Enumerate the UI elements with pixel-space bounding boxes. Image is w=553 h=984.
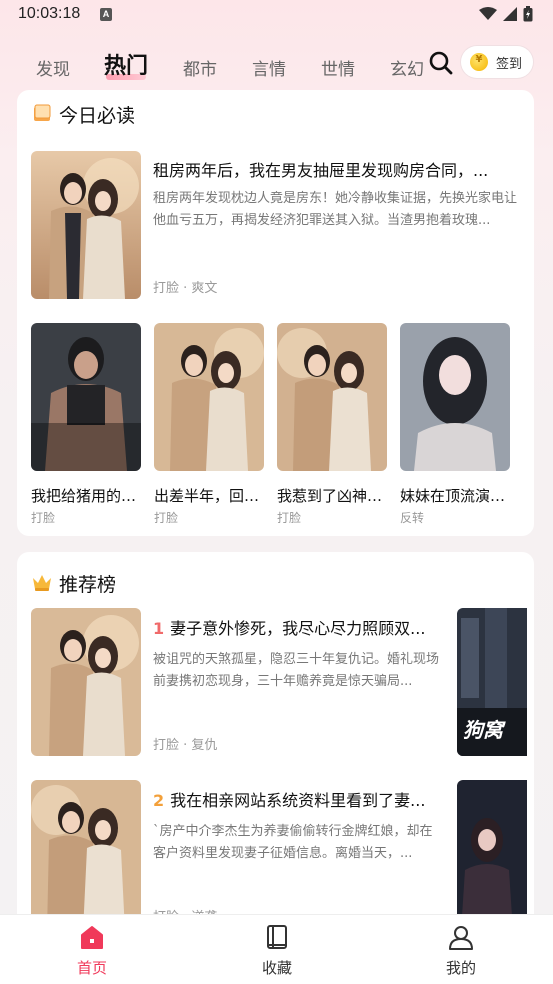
wifi-icon [479,7,497,20]
nav-favorites-label: 收藏 [261,959,292,977]
book-cover[interactable] [31,780,141,932]
bookshelf-icon [267,925,287,949]
signin-label: 签到 [496,56,523,72]
featured-tags: 打脸 · 爽文 [153,281,218,296]
ranking-section: 推荐榜 1 妻子意外惨死，我尽心尽力照顾双... 被诅咒的天煞孤星，隐忍三十年复仇… [17,552,534,932]
grid-book-title[interactable]: 妹妹在顶流演唱... [400,485,512,506]
tab-discover[interactable]: 发现 [36,55,70,80]
status-icons [479,6,533,22]
ranking-title: 推荐榜 [59,574,117,596]
ranking-item-title[interactable]: 1 妻子意外惨死，我尽心尽力照顾双... [153,615,443,639]
tab-hot[interactable]: 热门 [104,48,148,80]
ranking-item-desc: `房产中介李杰生为养妻偷偷转行金牌红娘，却在客户资料里发现妻子征婚信息。离婚当天… [153,824,433,861]
book-cover[interactable] [31,151,141,299]
coin-icon [470,53,488,71]
grid-book-tag: 打脸 [277,511,302,525]
book-cover[interactable] [400,323,510,471]
tab-fantasy[interactable]: 玄幻 [390,55,424,80]
notification-a-label: A [102,9,110,19]
book-cover[interactable] [457,780,527,932]
home-icon [81,926,103,949]
side-cover-text: 狗窝 [463,718,503,742]
bottom-nav: 首页 收藏 我的 [0,914,553,984]
grid-book-title[interactable]: 我惹到了凶神恶... [277,485,389,506]
battery-icon [523,6,533,22]
crown-icon [33,575,51,591]
grid-book-tag: 打脸 [31,511,56,525]
rank-number: 1 [153,619,165,638]
tab-romance[interactable]: 言情 [252,55,286,80]
tab-city[interactable]: 都市 [183,55,217,80]
grid-book-tag: 打脸 [154,511,179,525]
nav-favorites[interactable]: 收藏 [247,923,307,978]
featured-title[interactable]: 租房两年后，我在男友抽屉里发现购房合同，... [153,157,515,181]
book-cover[interactable] [277,323,387,471]
ranking-item-tags: 打脸 · 复仇 [153,738,218,753]
notification-a-icon: A [100,8,112,21]
book-cover[interactable] [154,323,264,471]
category-tabs: 发现 热门 都市 言情 世情 玄幻 签到 [0,40,553,90]
tab-life[interactable]: 世情 [321,55,355,80]
book-cover[interactable] [31,608,141,756]
book-cover[interactable] [31,323,141,471]
grid-book-tag: 反转 [400,511,425,525]
featured-desc: 租房两年发现枕边人竟是房东！她冷静收集证据，先换光家电让他血亏五万，再揭发经济犯… [153,191,518,228]
ranking-item-desc: 被诅咒的天煞孤星，隐忍三十年复仇记。婚礼现场前妻携初恋现身，三十年赡养竟是惊天骗… [153,652,440,689]
ranking-item-title[interactable]: 2 我在相亲网站系统资料里看到了妻... [153,787,443,811]
ranking-item-title-text: 妻子意外惨死，我尽心尽力照顾双... [170,619,426,638]
nav-profile[interactable]: 我的 [431,923,491,978]
ranking-item-title-text: 我在相亲网站系统资料里看到了妻... [170,791,426,810]
rank-number: 2 [153,791,165,810]
search-icon[interactable] [428,50,454,76]
person-icon [449,926,473,950]
grid-book-title[interactable]: 出差半年，回来... [154,485,266,506]
nav-home-label: 首页 [76,959,107,977]
nav-profile-label: 我的 [445,959,476,977]
today-section: 今日必读 租房两年后，我在男友抽屉里发现购房合同，... 租房两年发现枕边人竟是… [17,90,534,536]
today-title: 今日必读 [59,105,136,127]
book-icon [34,104,51,121]
nav-home[interactable]: 首页 [62,923,122,978]
status-time: 10:03:18 [18,5,81,22]
grid-book-title[interactable]: 我把给猪用的阉... [31,485,143,506]
signin-button[interactable]: 签到 [461,46,533,78]
status-bar: 10:03:18 A [0,0,553,32]
signal-icon [503,7,517,21]
